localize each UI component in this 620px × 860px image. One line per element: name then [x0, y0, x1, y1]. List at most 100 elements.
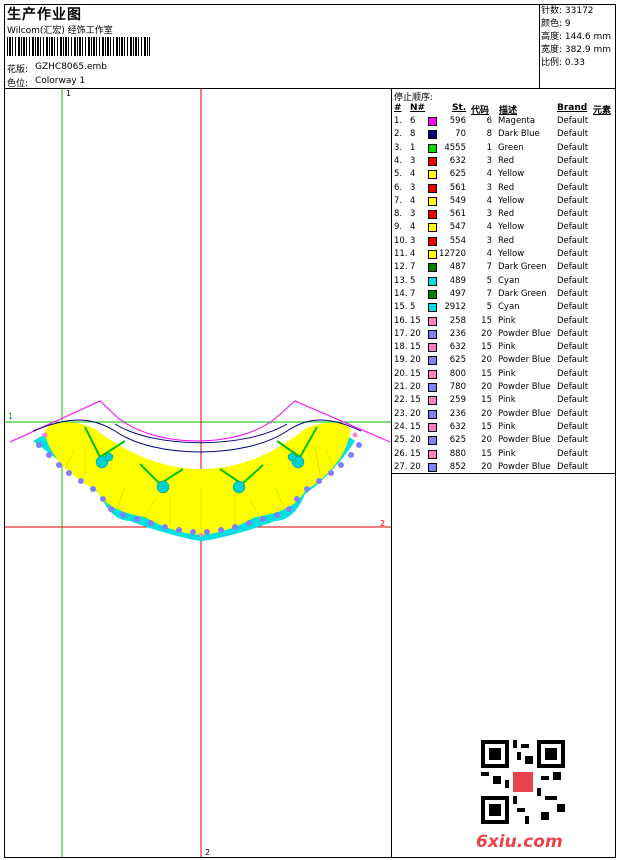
table-row: 6. 3 561 3 Red Default [394, 182, 618, 195]
row-code: 20 [481, 435, 492, 446]
row-brand: Default [557, 342, 589, 353]
table-row: 22. 15 259 15 Pink Default [394, 394, 618, 407]
row-code: 6 [486, 116, 492, 126]
color-swatch [428, 409, 437, 419]
row-brand: Default [557, 209, 589, 220]
row-description: Yellow [498, 249, 525, 259]
row-num: 14. [394, 288, 408, 299]
row-code: 20 [481, 355, 492, 366]
row-num: 11. [394, 249, 408, 259]
table-row: 7. 4 549 4 Yellow Default [394, 195, 618, 208]
row-brand: Default [557, 302, 589, 313]
col-header-num: # [394, 103, 402, 113]
color-swatch [428, 196, 437, 206]
color-swatch [428, 236, 437, 246]
color-swatch [428, 356, 437, 366]
color-count: 颜色: 9 [541, 19, 571, 29]
table-row: 16. 15 258 15 Pink Default [394, 315, 618, 328]
row-description: Red [498, 209, 515, 220]
row-description: Magenta [498, 116, 536, 126]
color-swatch [428, 289, 437, 299]
row-num: 15. [394, 302, 408, 313]
table-row: 21. 20 780 20 Powder Blue Default [394, 381, 618, 394]
table-row: 24. 15 632 15 Pink Default [394, 421, 618, 434]
guide-label-h2: 2 [380, 519, 385, 528]
row-num: 12. [394, 262, 408, 273]
row-needle: 4 [410, 169, 416, 180]
row-description: Red [498, 235, 515, 246]
color-swatch [428, 383, 437, 392]
row-code: 15 [481, 342, 492, 353]
row-needle: 7 [410, 262, 416, 273]
row-brand: Default [557, 382, 589, 392]
row-description: Yellow [498, 169, 525, 180]
color-swatch [428, 156, 437, 166]
row-code: 15 [481, 421, 492, 432]
row-brand: Default [557, 395, 589, 406]
row-needle: 8 [410, 129, 416, 140]
page-title: 生产作业图 [7, 7, 82, 23]
row-code: 5 [486, 302, 492, 313]
table-row: 15. 5 2912 5 Cyan Default [394, 301, 618, 314]
color-swatch [428, 449, 437, 459]
row-brand: Default [557, 368, 589, 379]
row-stitches: 632 [449, 155, 466, 166]
row-brand: Default [557, 155, 589, 166]
pattern-filename: GZHC8065.emb [35, 62, 107, 72]
row-description: Pink [498, 315, 516, 326]
row-brand: Default [557, 262, 589, 273]
row-description: Yellow [498, 222, 525, 233]
barcode-icon [7, 37, 150, 56]
row-needle: 20 [410, 435, 421, 446]
stop-sequence-title: 停止顺序: [394, 93, 434, 103]
color-swatch [428, 436, 437, 446]
color-swatch [428, 303, 437, 313]
row-description: Pink [498, 342, 516, 353]
row-needle: 15 [410, 342, 421, 353]
pattern-label: 花版: [7, 65, 29, 75]
row-needle: 20 [410, 461, 421, 472]
color-swatch [428, 143, 437, 153]
row-stitches: 236 [449, 408, 466, 419]
row-needle: 7 [410, 288, 416, 299]
row-code: 4 [486, 169, 492, 180]
row-code: 7 [486, 262, 492, 273]
row-brand: Default [557, 275, 589, 286]
row-description: Dark Green [498, 288, 547, 299]
row-needle: 3 [410, 209, 416, 220]
table-row: 11. 4 12720 4 Yellow Default [394, 248, 618, 261]
design-width: 宽度: 382.9 mm [541, 45, 612, 55]
color-swatch [428, 170, 437, 180]
row-description: Cyan [498, 302, 520, 313]
row-description: Green [498, 142, 524, 153]
col-header-stitches: St. [452, 103, 467, 113]
row-needle: 15 [410, 448, 421, 459]
table-row: 3. 1 4555 1 Green Default [394, 142, 618, 155]
row-stitches: 561 [449, 182, 466, 193]
row-brand: Default [557, 129, 589, 140]
row-code: 15 [481, 368, 492, 379]
row-num: 19. [394, 355, 408, 366]
row-stitches: 625 [449, 355, 466, 366]
color-swatch [428, 329, 437, 339]
table-row: 17. 20 236 20 Powder Blue Default [394, 328, 618, 341]
row-description: Powder Blue [498, 408, 551, 419]
color-swatch [428, 223, 437, 233]
row-needle: 4 [410, 195, 416, 206]
row-num: 10. [394, 235, 408, 246]
row-stitches: 70 [455, 129, 466, 140]
row-stitches: 625 [449, 435, 466, 446]
row-num: 5. [394, 169, 403, 180]
col-header-brand: Brand [557, 103, 588, 113]
row-num: 23. [394, 408, 408, 419]
row-description: Pink [498, 395, 516, 406]
row-num: 1. [394, 116, 403, 126]
row-description: Powder Blue [498, 355, 551, 366]
table-row: 26. 15 880 15 Pink Default [394, 448, 618, 461]
row-code: 3 [486, 182, 492, 193]
stitch-count: 针数: 33172 [541, 6, 594, 16]
row-brand: Default [557, 435, 589, 446]
row-stitches: 489 [449, 275, 466, 286]
row-code: 15 [481, 315, 492, 326]
row-num: 26. [394, 448, 408, 459]
